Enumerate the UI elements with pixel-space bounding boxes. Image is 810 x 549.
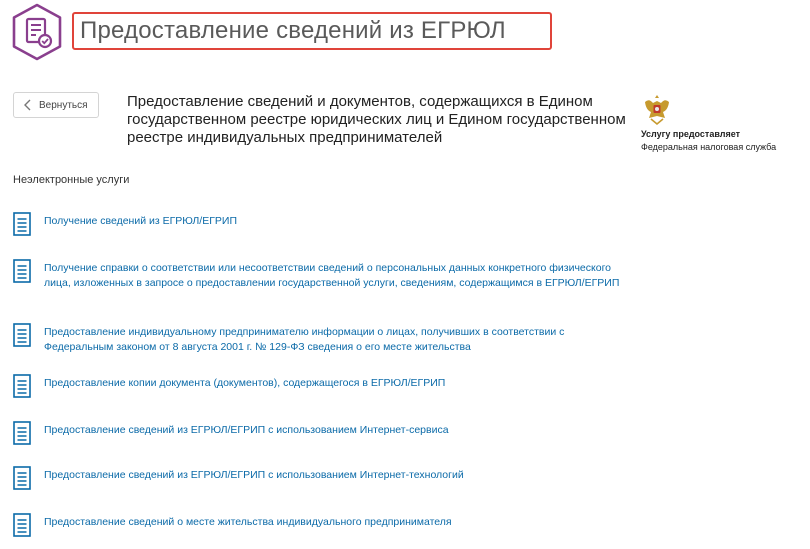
service-link[interactable]: Получение справки о соответствии или нес… bbox=[44, 261, 624, 290]
section-label: Неэлектронные услуги bbox=[13, 174, 130, 186]
service-link[interactable]: Предоставление индивидуальному предприни… bbox=[44, 325, 624, 354]
list-item[interactable]: Предоставление сведений из ЕГРЮЛ/ЕГРИП с… bbox=[13, 421, 803, 445]
back-button-label: Вернуться bbox=[39, 99, 88, 111]
service-link[interactable]: Предоставление сведений из ЕГРЮЛ/ЕГРИП с… bbox=[44, 468, 624, 483]
chevron-left-icon bbox=[24, 99, 31, 111]
page: Предоставление сведений из ЕГРЮЛ Вернуть… bbox=[0, 0, 810, 549]
document-icon bbox=[13, 323, 31, 347]
russian-coat-of-arms-icon bbox=[645, 95, 669, 126]
service-link[interactable]: Предоставление сведений из ЕГРЮЛ/ЕГРИП с… bbox=[44, 423, 624, 438]
page-title: Предоставление сведений из ЕГРЮЛ bbox=[80, 17, 506, 44]
document-icon bbox=[13, 374, 31, 398]
document-icon bbox=[13, 259, 31, 283]
document-icon bbox=[13, 466, 31, 490]
provider-name: Федеральная налоговая служба bbox=[641, 142, 777, 152]
list-item[interactable]: Получение сведений из ЕГРЮЛ/ЕГРИП bbox=[13, 212, 803, 236]
document-icon bbox=[13, 421, 31, 445]
service-link[interactable]: Предоставление сведений о месте жительст… bbox=[44, 515, 624, 530]
service-link[interactable]: Предоставление копии документа (документ… bbox=[44, 376, 624, 391]
page-title-highlight: Предоставление сведений из ЕГРЮЛ bbox=[72, 12, 552, 50]
back-button[interactable]: Вернуться bbox=[13, 92, 99, 118]
provider-label: Услугу предоставляет bbox=[641, 129, 741, 139]
service-heading: Предоставление сведений и документов, со… bbox=[127, 93, 626, 146]
list-item[interactable]: Получение справки о соответствии или нес… bbox=[13, 259, 803, 290]
hexagon-document-check-icon bbox=[12, 3, 62, 61]
list-item[interactable]: Предоставление индивидуальному предприни… bbox=[13, 323, 803, 354]
list-item[interactable]: Предоставление копии документа (документ… bbox=[13, 374, 803, 398]
document-icon bbox=[13, 212, 31, 236]
list-item[interactable]: Предоставление сведений о месте жительст… bbox=[13, 513, 803, 537]
document-icon bbox=[13, 513, 31, 537]
service-link[interactable]: Получение сведений из ЕГРЮЛ/ЕГРИП bbox=[44, 214, 624, 229]
list-item[interactable]: Предоставление сведений из ЕГРЮЛ/ЕГРИП с… bbox=[13, 466, 803, 490]
